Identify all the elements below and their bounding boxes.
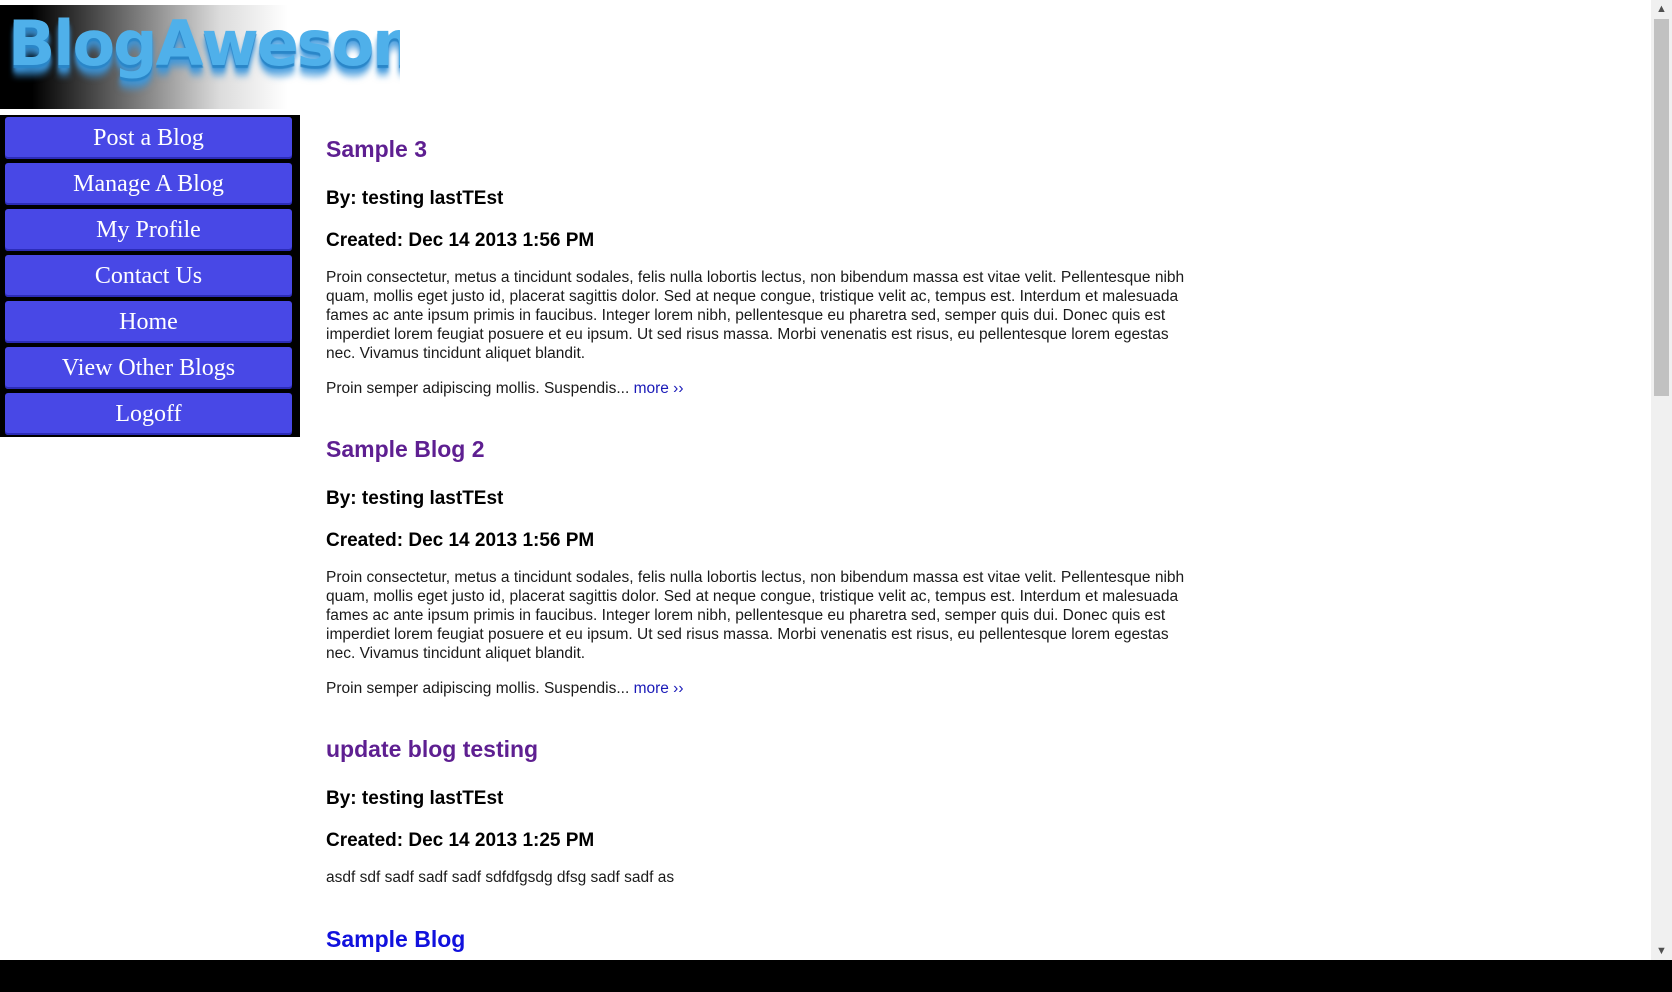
post-title-link[interactable]: Sample 3 <box>326 120 1186 178</box>
blog-list: Sample 3 By: testing lastTEst Created: D… <box>326 120 1186 960</box>
nav-my-profile[interactable]: My Profile <box>5 209 292 251</box>
chevron-down-icon[interactable]: ▼ <box>1651 942 1672 960</box>
blog-post: Sample Blog <box>326 910 1186 960</box>
more-link[interactable]: more ›› <box>634 380 684 397</box>
site-logo[interactable]: BlogAwesome! <box>0 5 400 109</box>
nav-logoff[interactable]: Logoff <box>5 393 292 435</box>
post-created-date: Created: Dec 14 2013 1:56 PM <box>326 530 595 551</box>
post-excerpt: Proin semper adipiscing mollis. Suspendi… <box>326 379 1186 398</box>
nav-manage-a-blog[interactable]: Manage A Blog <box>5 163 292 205</box>
post-excerpt: Proin semper adipiscing mollis. Suspendi… <box>326 679 1186 698</box>
blog-post: Sample Blog 2 By: testing lastTEst Creat… <box>326 420 1186 720</box>
post-author: By: testing lastTEst <box>326 488 504 509</box>
blog-post: Sample 3 By: testing lastTEst Created: D… <box>326 120 1186 420</box>
logo-text: BlogAwesome! <box>8 7 400 80</box>
sidebar-nav: Post a Blog Manage A Blog My Profile Con… <box>0 115 300 437</box>
post-excerpt-text: Proin semper adipiscing mollis. Suspendi… <box>326 380 634 397</box>
scrollbar-thumb[interactable] <box>1654 19 1669 396</box>
nav-home[interactable]: Home <box>5 301 292 343</box>
post-body: Proin consectetur, metus a tincidunt sod… <box>326 569 1185 662</box>
nav-post-a-blog[interactable]: Post a Blog <box>5 117 292 159</box>
nav-view-other-blogs[interactable]: View Other Blogs <box>5 347 292 389</box>
post-title-link[interactable]: Sample Blog <box>326 910 1186 960</box>
more-link[interactable]: more ›› <box>634 680 684 697</box>
post-created-date: Created: Dec 14 2013 1:56 PM <box>326 230 595 251</box>
bottom-bar <box>0 960 1672 992</box>
nav-contact-us[interactable]: Contact Us <box>5 255 292 297</box>
post-title-link[interactable]: update blog testing <box>326 720 1186 778</box>
post-created-date: Created: Dec 14 2013 1:25 PM <box>326 830 595 851</box>
post-title-link[interactable]: Sample Blog 2 <box>326 420 1186 478</box>
chevron-up-icon[interactable]: ▲ <box>1651 0 1672 18</box>
post-body: Proin consectetur, metus a tincidunt sod… <box>326 269 1185 362</box>
post-author: By: testing lastTEst <box>326 788 504 809</box>
page-viewport: BlogAwesome! Post a Blog Manage A Blog M… <box>0 0 1651 960</box>
blog-post: update blog testing By: testing lastTEst… <box>326 720 1186 910</box>
post-body: asdf sdf sadf sadf sadf sdfdfgsdg dfsg s… <box>326 869 675 886</box>
post-excerpt-text: Proin semper adipiscing mollis. Suspendi… <box>326 680 634 697</box>
post-author: By: testing lastTEst <box>326 188 504 209</box>
vertical-scrollbar[interactable]: ▲ ▼ <box>1651 0 1672 960</box>
